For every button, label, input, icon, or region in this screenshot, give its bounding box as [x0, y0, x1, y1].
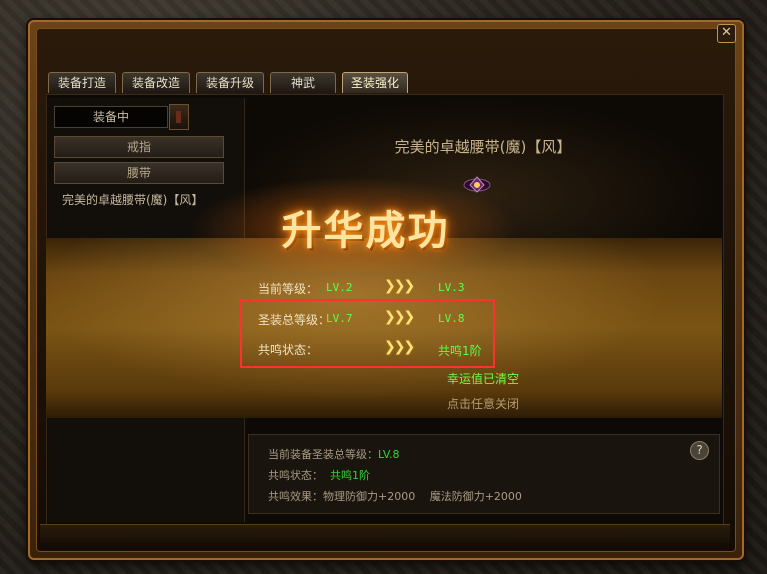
success-title: 升华成功: [281, 207, 450, 254]
tab-equipment-forge[interactable]: 装备打造: [48, 72, 116, 93]
tab-divine-weapon[interactable]: 神武: [270, 72, 336, 93]
equipment-list-item[interactable]: 完美的卓越腰带(魔)【风】: [62, 191, 203, 208]
tab-holy-gear-enhance[interactable]: 圣装强化: [342, 72, 408, 93]
info-resonance: 共鸣状态： 共鸣1阶: [268, 467, 370, 483]
highlight-box: [240, 299, 495, 368]
info-total-level: 当前装备圣装总等级：LV.8: [268, 446, 400, 462]
help-icon[interactable]: ?: [690, 441, 709, 460]
luck-cleared-text: 幸运值已清空: [446, 372, 519, 386]
info-effect-value: 物理防御力+2000 魔法防御力+2000: [323, 490, 522, 503]
info-resonance-value: 共鸣1阶: [330, 469, 370, 482]
info-effect-label: 共鸣效果：: [268, 490, 323, 503]
current-level-from: LV.2: [326, 281, 353, 294]
category-ring[interactable]: 戒指: [54, 136, 224, 158]
current-level-to: LV.3: [438, 281, 465, 294]
item-name: 完美的卓越腰带(魔)【风】: [394, 138, 572, 156]
equipment-filter-select[interactable]: 装备中: [54, 106, 168, 128]
dialog-bottom-bar: [40, 524, 730, 547]
info-effect: 共鸣效果：物理防御力+2000 魔法防御力+2000: [268, 488, 522, 504]
current-level-label: 当前等级：: [258, 282, 319, 296]
tab-equipment-upgrade[interactable]: 装备升级: [196, 72, 264, 93]
arrow-icon: ❯❯❯: [384, 278, 415, 294]
filter-dropdown-toggle[interactable]: [169, 104, 189, 130]
info-total-level-value: LV.8: [378, 448, 400, 461]
info-resonance-label: 共鸣状态：: [268, 469, 323, 482]
info-total-level-label: 当前装备圣装总等级：: [268, 448, 378, 461]
close-button[interactable]: ✕: [717, 24, 736, 43]
tab-equipment-modify[interactable]: 装备改造: [122, 72, 190, 93]
click-to-close-hint[interactable]: 点击任意关闭: [246, 395, 720, 412]
